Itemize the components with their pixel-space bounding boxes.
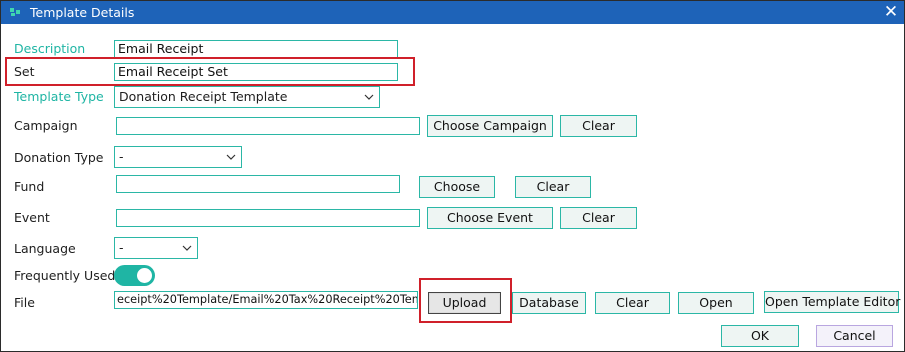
frequently-used-label: Frequently Used bbox=[14, 268, 116, 283]
ok-button[interactable]: OK bbox=[721, 325, 799, 347]
donation-type-select[interactable]: - bbox=[114, 146, 242, 168]
campaign-field[interactable] bbox=[116, 117, 420, 135]
close-icon[interactable]: ✕ bbox=[881, 2, 901, 22]
donation-type-label: Donation Type bbox=[14, 150, 104, 165]
clear-file-button[interactable]: Clear bbox=[595, 292, 670, 314]
language-label: Language bbox=[14, 241, 76, 256]
language-value: - bbox=[119, 240, 124, 255]
app-icon bbox=[10, 8, 20, 16]
frequently-used-toggle[interactable] bbox=[114, 265, 155, 286]
open-button[interactable]: Open bbox=[678, 292, 754, 314]
cancel-button[interactable]: Cancel bbox=[816, 325, 893, 347]
window-title: Template Details bbox=[30, 5, 135, 20]
fund-label: Fund bbox=[14, 179, 45, 194]
open-template-editor-button[interactable]: Open Template Editor bbox=[764, 291, 900, 313]
database-button[interactable]: Database bbox=[512, 292, 586, 314]
template-details-dialog: Template Details ✕ Description Email Rec… bbox=[0, 0, 905, 352]
fund-field[interactable] bbox=[116, 175, 400, 193]
template-type-value: Donation Receipt Template bbox=[119, 89, 288, 104]
set-row-highlight bbox=[5, 57, 415, 86]
title-bar: Template Details ✕ bbox=[1, 1, 904, 24]
clear-campaign-button[interactable]: Clear bbox=[560, 115, 637, 137]
event-field[interactable] bbox=[116, 209, 420, 227]
clear-fund-button[interactable]: Clear bbox=[515, 176, 591, 198]
choose-fund-button[interactable]: Choose bbox=[419, 176, 495, 198]
language-select[interactable]: - bbox=[114, 237, 198, 259]
choose-event-button[interactable]: Choose Event bbox=[427, 207, 553, 229]
toggle-knob bbox=[137, 268, 152, 283]
choose-campaign-button[interactable]: Choose Campaign bbox=[427, 115, 553, 137]
file-label: File bbox=[14, 295, 35, 310]
template-type-select[interactable]: Donation Receipt Template bbox=[114, 86, 380, 108]
description-field[interactable]: Email Receipt bbox=[114, 40, 398, 58]
upload-button[interactable]: Upload bbox=[428, 292, 501, 314]
chevron-down-icon bbox=[182, 245, 192, 251]
donation-type-value: - bbox=[119, 149, 124, 164]
clear-event-button[interactable]: Clear bbox=[560, 207, 637, 229]
file-path-field[interactable]: eceipt%20Template/Email%20Tax%20Receipt%… bbox=[114, 291, 418, 309]
campaign-label: Campaign bbox=[14, 118, 78, 133]
chevron-down-icon bbox=[226, 154, 236, 160]
template-type-label: Template Type bbox=[14, 89, 104, 104]
description-label: Description bbox=[14, 41, 86, 56]
event-label: Event bbox=[14, 210, 50, 225]
chevron-down-icon bbox=[364, 94, 374, 100]
